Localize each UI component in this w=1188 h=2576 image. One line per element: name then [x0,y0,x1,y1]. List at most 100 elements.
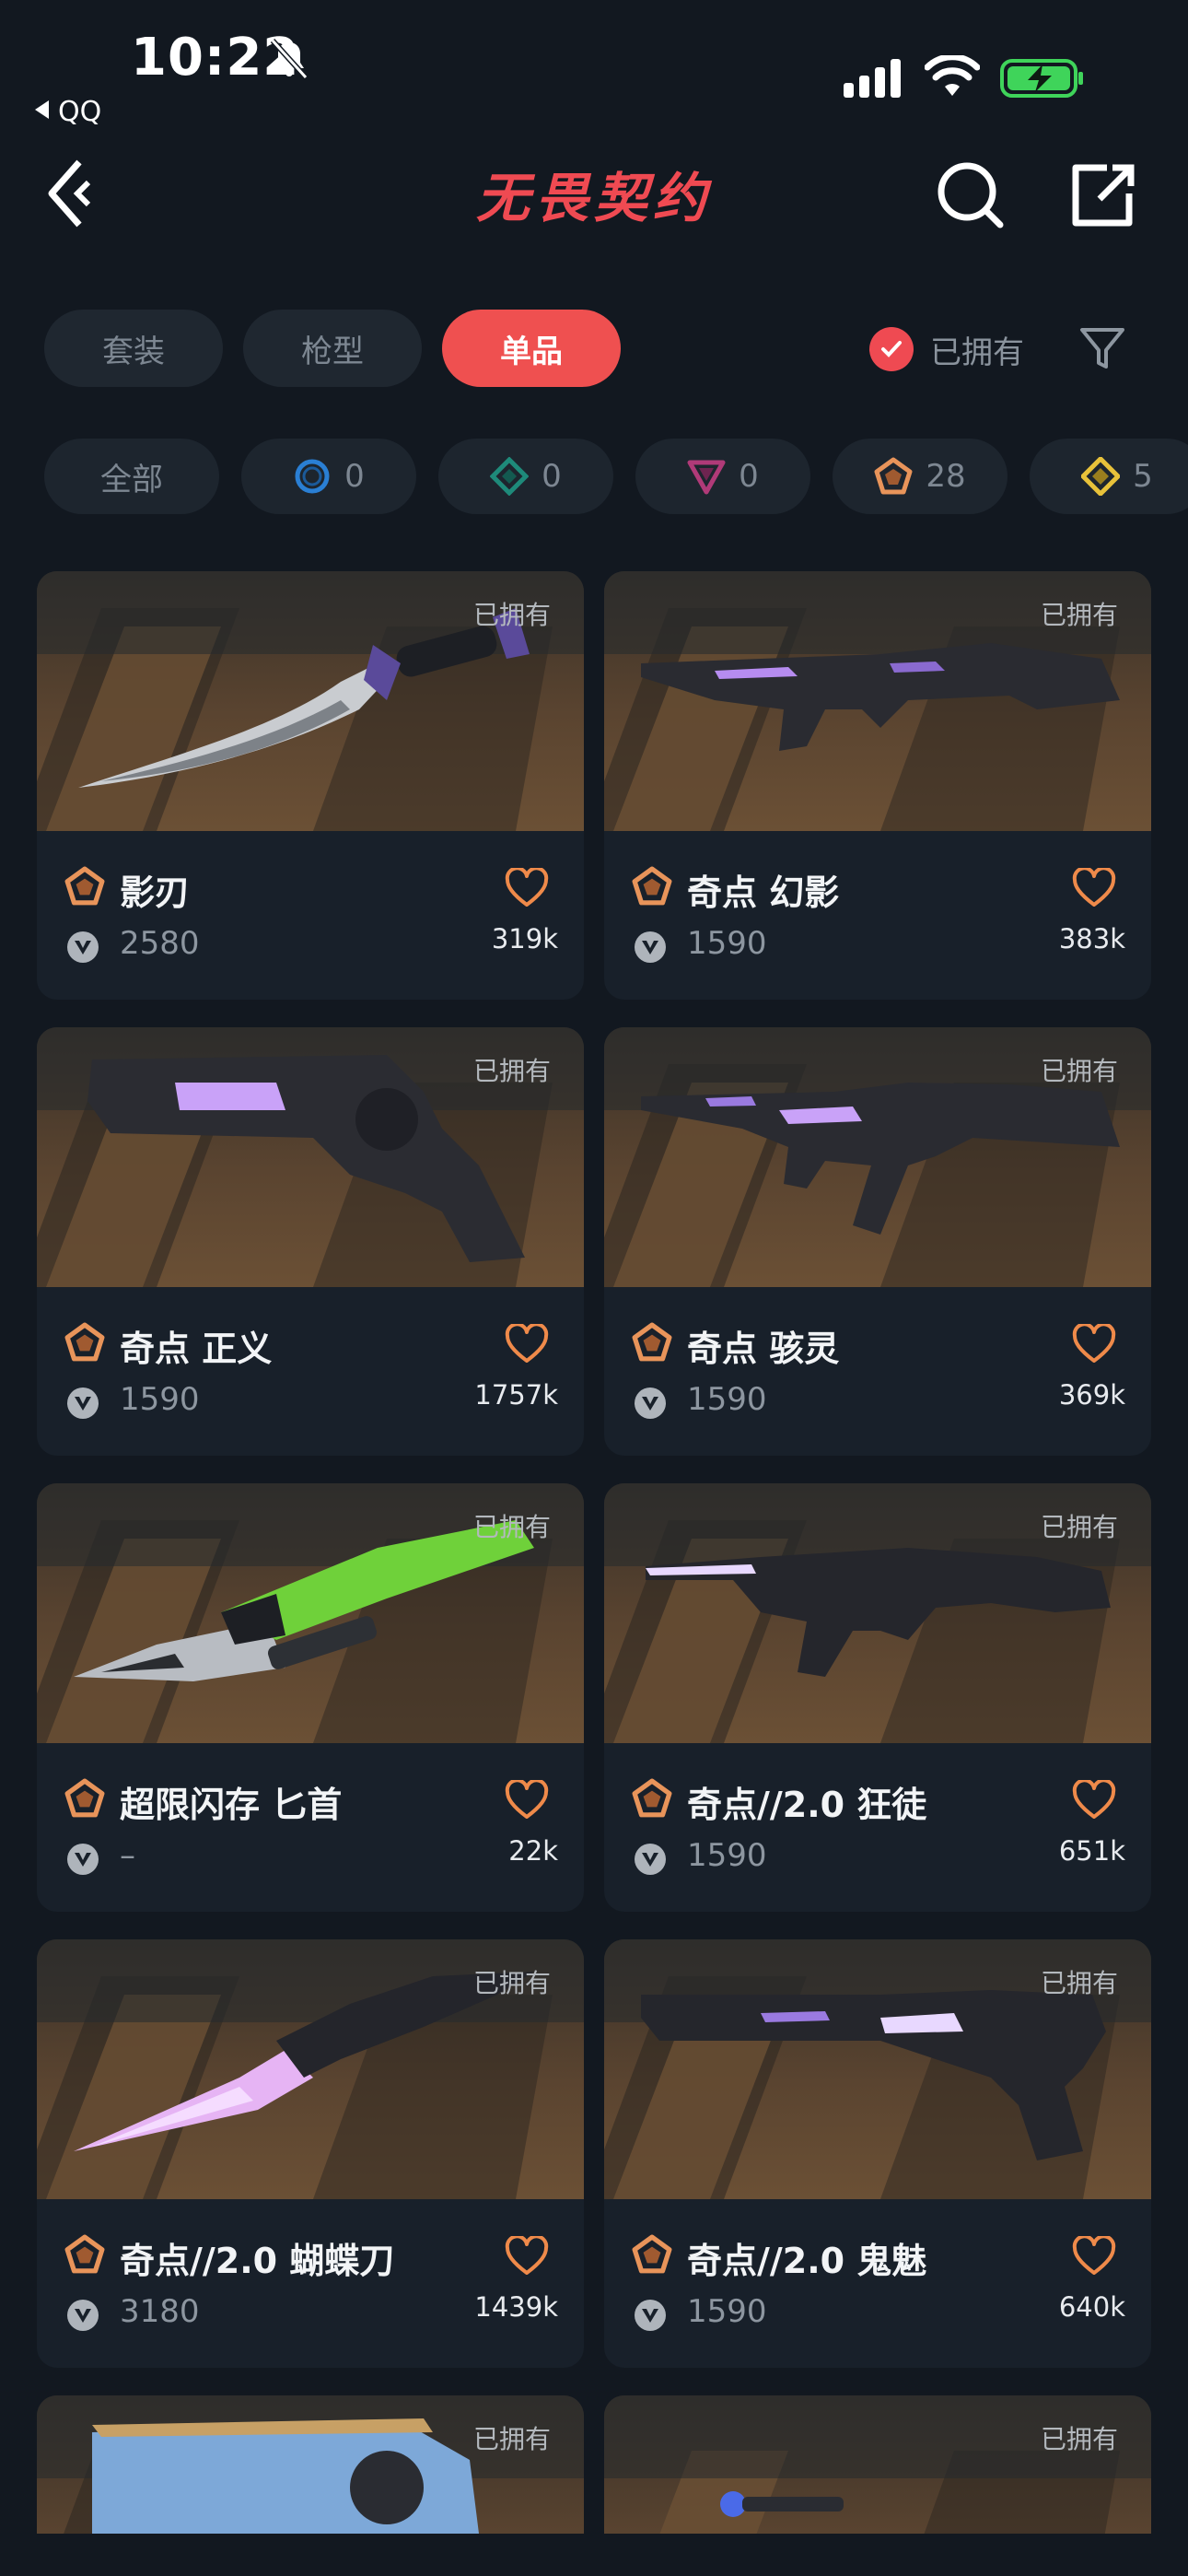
heart-icon[interactable] [505,868,549,908]
item-thumbnail: 已拥有 [37,2395,584,2534]
owned-tag: 已拥有 [472,600,551,630]
exclusive-tier-icon [632,1322,672,1362]
item-name: 奇点 幻影 [687,872,840,913]
owned-tag: 已拥有 [1040,600,1118,630]
item-likes: 22k [508,1835,558,1867]
chip-deluxe-tier[interactable]: 0 [438,439,613,514]
valorant-points-icon [635,931,666,963]
filter-funnel-icon[interactable] [1077,324,1127,374]
item-thumbnail: 已拥有 [604,571,1151,831]
item-card[interactable]: 已拥有 超限闪存 匕首 – 22k [37,1483,584,1912]
checkmark-icon [869,327,914,371]
item-price: – [120,1837,135,1874]
valorant-points-icon [67,2300,99,2331]
item-thumbnail: 已拥有 [37,571,584,831]
item-price: 1590 [687,1381,767,1418]
exclusive-tier-icon [64,866,105,906]
heart-icon[interactable] [505,1780,549,1821]
category-tabs: 套装 枪型 单品 [44,310,621,387]
item-card[interactable]: 已拥有 影刃 2580 319k [37,571,584,1000]
item-likes: 640k [1058,2291,1125,2323]
item-likes: 1757k [474,1379,558,1411]
item-thumbnail: 已拥有 [604,1027,1151,1287]
item-thumbnail: 已拥有 [37,1027,584,1287]
item-card-partial[interactable]: 已拥有 [37,2395,584,2534]
page-title: 无畏契约 [475,167,712,229]
item-likes: 383k [1058,923,1125,954]
item-likes: 369k [1058,1379,1125,1411]
item-info: 超限闪存 匕首 – 22k [37,1743,584,1912]
item-name: 奇点//2.0 狂徒 [687,1785,927,1825]
owned-tag: 已拥有 [1040,1512,1118,1542]
owned-tag: 已拥有 [472,2424,551,2454]
exclusive-tier-icon [64,1778,105,1818]
heart-icon[interactable] [1072,868,1116,908]
heart-icon[interactable] [505,1324,549,1364]
chip-ultra-count: 5 [1133,458,1153,495]
owned-tag: 已拥有 [1040,1056,1118,1086]
tab-single-items[interactable]: 单品 [442,310,621,387]
item-grid: 已拥有 影刃 2580 319k 已拥有 奇点 幻影 1590 383k 已拥有… [37,571,1151,2534]
item-info: 奇点 幻影 1590 383k [604,831,1151,1000]
chip-select-tier[interactable]: 0 [241,439,416,514]
exclusive-tier-icon [64,1322,105,1362]
exclusive-tier-icon [632,866,672,906]
deluxe-tier-icon [490,457,530,496]
valorant-points-icon [67,1388,99,1419]
item-thumbnail: 已拥有 [37,1939,584,2199]
tab-bundles[interactable]: 套装 [44,310,223,387]
item-name: 奇点 正义 [120,1329,273,1369]
owned-tag: 已拥有 [472,1056,551,1086]
item-card[interactable]: 已拥有 奇点//2.0 鬼魅 1590 640k [604,1939,1151,2368]
select-tier-icon [295,459,330,494]
item-likes: 651k [1058,1835,1125,1867]
item-card[interactable]: 已拥有 奇点 幻影 1590 383k [604,571,1151,1000]
wifi-icon [925,55,980,96]
status-bar: 10:22 QQ [0,0,1188,138]
item-card[interactable]: 已拥有 奇点 正义 1590 1757k [37,1027,584,1456]
exclusive-tier-icon [64,2234,105,2274]
heart-icon[interactable] [1072,2236,1116,2277]
heart-icon[interactable] [1072,1324,1116,1364]
item-price: 1590 [687,925,767,962]
item-card[interactable]: 已拥有 奇点 骇灵 1590 369k [604,1027,1151,1456]
chip-all[interactable]: 全部 [44,439,219,514]
owned-filter-label: 已拥有 [930,334,1024,371]
search-icon[interactable] [934,158,1006,230]
valorant-points-icon [635,1844,666,1875]
chip-deluxe-count: 0 [542,458,562,495]
item-info: 奇点//2.0 狂徒 1590 651k [604,1743,1151,1912]
chip-select-count: 0 [344,458,365,495]
chip-premium-tier[interactable]: 0 [635,439,810,514]
back-to-app-link[interactable]: QQ [35,96,101,128]
item-info: 奇点 正义 1590 1757k [37,1287,584,1456]
chip-ultra-tier[interactable]: 5 [1030,439,1188,514]
item-card-partial[interactable]: 已拥有 [604,2395,1151,2534]
item-thumbnail: 已拥有 [37,1483,584,1743]
share-icon[interactable] [1066,158,1140,230]
item-info: 奇点//2.0 鬼魅 1590 640k [604,2199,1151,2368]
heart-icon[interactable] [1072,1780,1116,1821]
chip-exclusive-tier[interactable]: 28 [833,439,1007,514]
item-info: 影刃 2580 319k [37,831,584,1000]
owned-filter-toggle[interactable]: 已拥有 [869,324,1024,374]
tab-weapon-types[interactable]: 枪型 [243,310,422,387]
item-price: 1590 [687,1837,767,1874]
item-thumbnail: 已拥有 [604,2395,1151,2534]
owned-tag: 已拥有 [472,1512,551,1542]
cellular-signal-icon [844,59,901,98]
item-card[interactable]: 已拥有 奇点//2.0 狂徒 1590 651k [604,1483,1151,1912]
ultra-tier-icon [1081,457,1121,496]
item-name: 奇点//2.0 鬼魅 [687,2241,927,2281]
valorant-points-icon [67,931,99,963]
heart-icon[interactable] [505,2236,549,2277]
exclusive-tier-icon [632,1778,672,1818]
valorant-points-icon [635,2300,666,2331]
item-price: 3180 [120,2293,200,2330]
item-info: 奇点 骇灵 1590 369k [604,1287,1151,1456]
exclusive-tier-icon [632,2234,672,2274]
revolver-image [92,2418,479,2534]
item-card[interactable]: 已拥有 奇点//2.0 蝴蝶刀 3180 1439k [37,1939,584,2368]
item-price: 1590 [120,1381,200,1418]
page: 10:22 QQ 无畏契约 套装 枪型 单品 已拥有 全部 0 0 0 28 5… [0,0,1188,2576]
